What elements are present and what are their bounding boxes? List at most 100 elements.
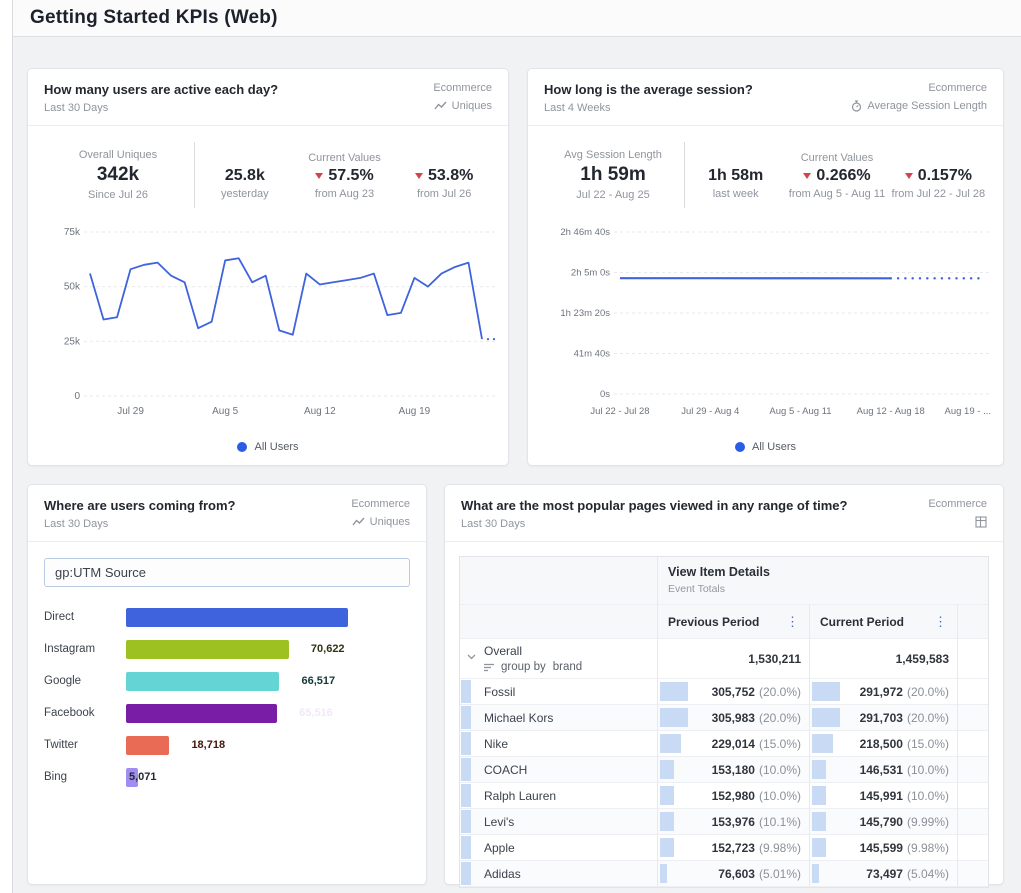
bar-track: 5,071 — [126, 768, 410, 787]
row-heat-strip — [461, 680, 471, 703]
group-by-row[interactable]: group by brand — [484, 661, 649, 673]
table-row-label[interactable]: Levi's — [460, 809, 657, 835]
current-stat-value: 53.8% — [394, 167, 494, 185]
bar-category-label: Direct — [44, 611, 126, 623]
table-row-label[interactable]: Ralph Lauren — [460, 783, 657, 809]
table-value-cell[interactable]: 76,603(5.01%) — [657, 861, 809, 887]
table-spacer-cell — [957, 705, 988, 731]
overall-row-label[interactable]: Overallgroup bybrand — [460, 639, 657, 679]
table-row-label[interactable]: COACH — [460, 757, 657, 783]
brand-label: COACH — [484, 763, 527, 777]
bar-segment[interactable] — [126, 736, 169, 755]
chart-legend[interactable]: All Users — [28, 441, 508, 453]
bar-value-label: 18,718 — [191, 739, 225, 751]
column-header-label: Current Period — [820, 615, 904, 629]
row-heat-strip — [461, 862, 471, 885]
event-count: 73,497 — [866, 867, 903, 881]
chevron-down-icon[interactable] — [467, 649, 476, 663]
x-axis-tick: Jul 22 - Jul 28 — [590, 406, 649, 417]
bar-segment[interactable] — [126, 608, 348, 627]
table-row-label[interactable]: Apple — [460, 835, 657, 861]
bar-segment[interactable] — [126, 640, 289, 659]
current-stat-value: 0.157% — [888, 167, 989, 185]
overall-total-cell: 1,530,211 — [657, 639, 809, 679]
bar-segment[interactable] — [126, 672, 279, 691]
avg-session-line-chart[interactable]: 0s41m 40s1h 23m 20s2h 5m 0s2h 46m 40sJul… — [540, 224, 993, 424]
card-question[interactable]: Where are users coming from? — [44, 498, 235, 513]
brand-label: Ralph Lauren — [484, 789, 556, 803]
group-by-label: group by — [501, 661, 546, 673]
table-value-cell[interactable]: 146,531(10.0%) — [809, 757, 957, 783]
row-heat-strip — [461, 758, 471, 781]
table-value-cell[interactable]: 291,703(20.0%) — [809, 705, 957, 731]
table-row-label[interactable]: Michael Kors — [460, 705, 657, 731]
table-value-cell[interactable]: 218,500(15.0%) — [809, 731, 957, 757]
card-question[interactable]: How many users are active each day? — [44, 82, 278, 97]
card-popular-pages[interactable]: What are the most popular pages viewed i… — [444, 484, 1004, 885]
table-value-cell[interactable]: 152,980(10.0%) — [657, 783, 809, 809]
table-value-cell[interactable]: 229,014(15.0%) — [657, 731, 809, 757]
table-value-cell[interactable]: 145,599(9.98%) — [809, 835, 957, 861]
table-row-label[interactable]: Nike — [460, 731, 657, 757]
table-row-label[interactable]: Adidas — [460, 861, 657, 887]
event-percent: (5.01%) — [759, 867, 801, 881]
row-heat-strip — [461, 810, 471, 833]
bar-category-label: Google — [44, 675, 126, 687]
bar-value-label: 96,449 — [370, 611, 404, 623]
table-value-cell[interactable]: 145,790(9.99%) — [809, 809, 957, 835]
event-percent: (9.99%) — [907, 815, 949, 829]
table-row-label[interactable]: Fossil — [460, 679, 657, 705]
cell-mini-bar — [660, 838, 674, 857]
table-value-cell[interactable]: 153,180(10.0%) — [657, 757, 809, 783]
all-users-line-series[interactable] — [90, 258, 482, 339]
cell-mini-bar — [812, 812, 826, 831]
chart-legend[interactable]: All Users — [528, 441, 1003, 453]
event-percent: (15.0%) — [759, 737, 801, 751]
event-percent: (20.0%) — [907, 711, 949, 725]
incomplete-data-dot — [493, 338, 495, 340]
y-axis-tick: 1h 23m 20s — [560, 308, 610, 319]
column-header[interactable]: Current Period ⋮ — [809, 605, 957, 639]
table-value-cell[interactable]: 153,976(10.1%) — [657, 809, 809, 835]
card-question[interactable]: What are the most popular pages viewed i… — [461, 498, 847, 513]
event-title[interactable]: View Item Details — [668, 565, 978, 579]
utm-bar-row: Twitter18,718 — [44, 729, 410, 761]
card-date-range: Last 30 Days — [44, 102, 278, 114]
table-value-cell[interactable]: 291,972(20.0%) — [809, 679, 957, 705]
table-corner-cell — [460, 557, 657, 605]
column-header[interactable]: Previous Period⋮ — [657, 605, 809, 639]
table-value-cell[interactable]: 145,991(10.0%) — [809, 783, 957, 809]
current-stat-value: 25.8k — [195, 167, 295, 185]
event-percent: (9.98%) — [907, 841, 949, 855]
bar-segment[interactable] — [126, 704, 277, 723]
board-name: Ecommerce — [851, 82, 987, 94]
bar-track: 18,718 — [126, 736, 410, 755]
breakdown-selector[interactable]: gp:UTM Source — [44, 558, 410, 587]
cell-mini-bar — [812, 786, 826, 805]
row-heat-strip — [461, 706, 471, 729]
table-value-cell[interactable]: 73,497(5.04%) — [809, 861, 957, 887]
bar-track: 66,517 — [126, 672, 410, 691]
bar-category-label: Facebook — [44, 707, 126, 719]
table-value-cell[interactable]: 305,983(20.0%) — [657, 705, 809, 731]
card-header: Where are users coming from? Last 30 Day… — [28, 485, 426, 542]
bar-track: 65,516 — [126, 704, 410, 723]
group-by-value[interactable]: brand — [553, 661, 582, 673]
x-axis-tick: Aug 19 - ... — [945, 406, 991, 417]
current-values-label: Current Values — [685, 152, 989, 164]
card-utm-source[interactable]: Where are users coming from? Last 30 Day… — [27, 484, 427, 885]
current-stat-sub: from Jul 26 — [394, 188, 494, 200]
table-value-cell[interactable]: 152,723(9.98%) — [657, 835, 809, 861]
card-question[interactable]: How long is the average session? — [544, 82, 753, 97]
event-count: 218,500 — [860, 737, 903, 751]
card-avg-session[interactable]: How long is the average session? Last 4 … — [527, 68, 1004, 466]
stopwatch-icon — [851, 100, 862, 112]
column-menu-icon[interactable]: ⋮ — [934, 615, 947, 628]
brand-label: Fossil — [484, 685, 515, 699]
event-percent: (10.0%) — [907, 789, 949, 803]
column-menu-icon[interactable]: ⋮ — [786, 615, 799, 628]
daily-active-users-line-chart[interactable]: 025k50k75kJul 29Aug 5Aug 12Aug 19 — [40, 224, 498, 424]
table-value-cell[interactable]: 305,752(20.0%) — [657, 679, 809, 705]
y-axis-tick: 41m 40s — [574, 349, 611, 360]
card-active-users[interactable]: How many users are active each day? Last… — [27, 68, 509, 466]
